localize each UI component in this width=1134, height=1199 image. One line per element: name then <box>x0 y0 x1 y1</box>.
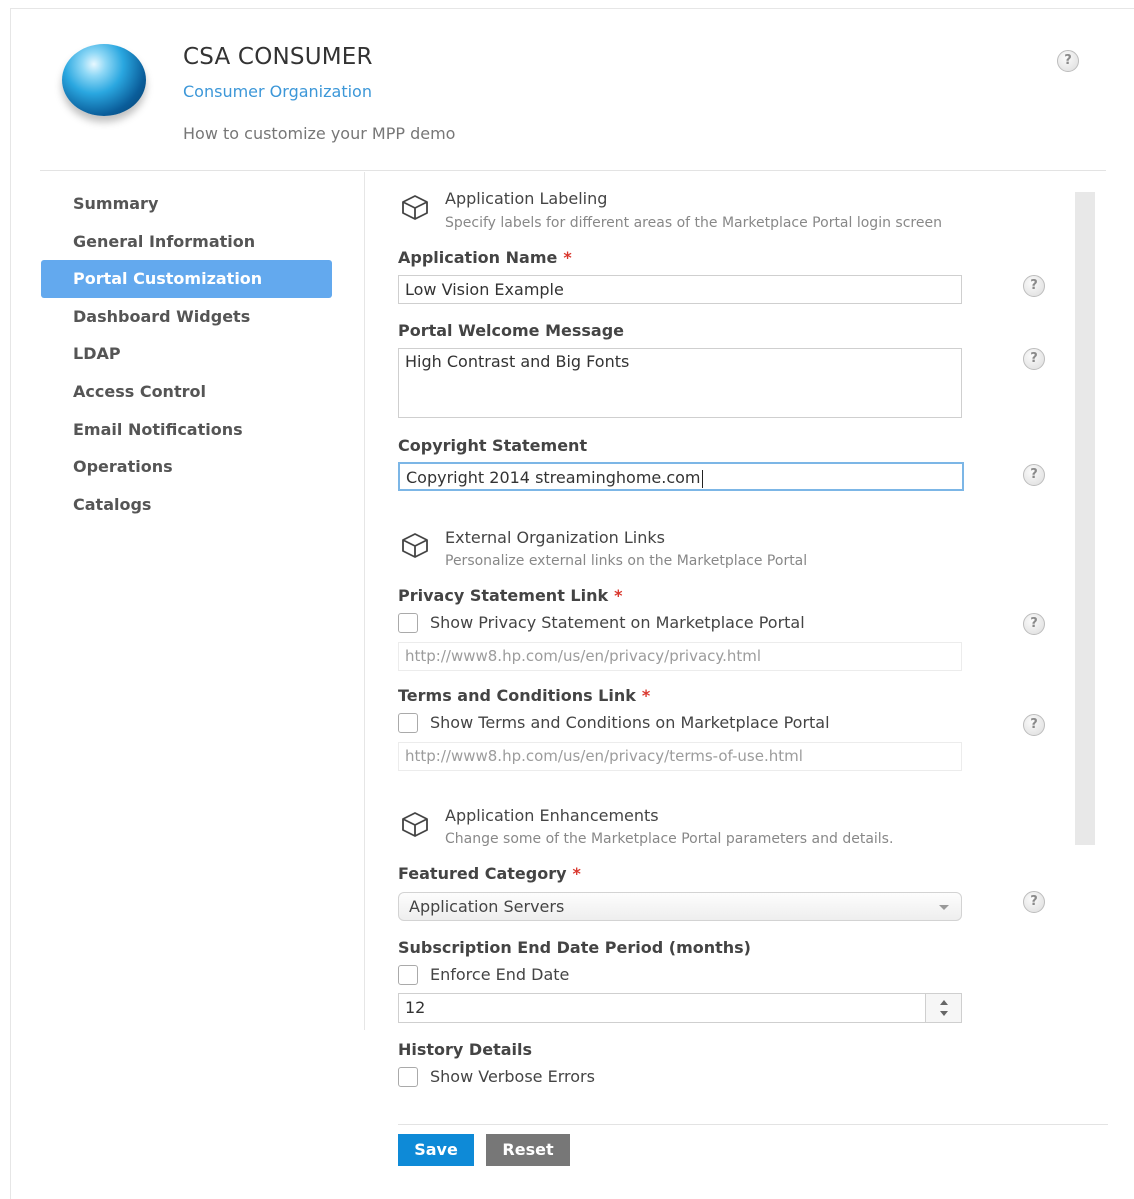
terms-checkbox[interactable] <box>398 712 418 733</box>
featured-label: Featured Category * <box>398 864 581 883</box>
help-icon[interactable]: ? <box>1023 464 1045 486</box>
sidebar-item-ldap[interactable]: LDAP <box>41 335 332 373</box>
help-icon[interactable]: ? <box>1023 348 1045 370</box>
verbose-errors-row[interactable]: Show Verbose Errors <box>398 1066 595 1087</box>
required-marker: * <box>614 586 623 605</box>
increment-icon[interactable] <box>940 1000 948 1005</box>
text-caret <box>701 469 703 488</box>
enforce-end-date-label: Enforce End Date <box>430 965 570 984</box>
section-subtitle-enhancements: Change some of the Marketplace Portal pa… <box>445 831 894 847</box>
scrollbar[interactable] <box>1075 192 1095 845</box>
subscription-label: Subscription End Date Period (months) <box>398 938 751 957</box>
org-description: How to customize your MPP demo <box>183 124 456 143</box>
months-stepper[interactable]: 12 <box>398 993 962 1023</box>
welcome-textarea[interactable]: High Contrast and Big Fonts <box>398 348 962 418</box>
help-icon[interactable]: ? <box>1023 613 1045 635</box>
privacy-checkbox-row[interactable]: Show Privacy Statement on Marketplace Po… <box>398 612 805 633</box>
terms-label: Terms and Conditions Link * <box>398 686 651 705</box>
verbose-errors-label: Show Verbose Errors <box>430 1067 595 1086</box>
sidebar-nav: Summary General Information Portal Custo… <box>41 185 332 523</box>
decrement-icon[interactable] <box>940 1011 948 1016</box>
welcome-label: Portal Welcome Message <box>398 321 625 340</box>
org-logo-icon <box>62 44 146 116</box>
help-icon[interactable]: ? <box>1023 275 1045 297</box>
sidebar-item-dashboard-widgets[interactable]: Dashboard Widgets <box>41 298 332 336</box>
sidebar-item-catalogs[interactable]: Catalogs <box>41 486 332 524</box>
sidebar-item-summary[interactable]: Summary <box>41 185 332 223</box>
sidebar-item-operations[interactable]: Operations <box>41 448 332 486</box>
footer-divider <box>398 1124 1108 1125</box>
cube-icon <box>402 195 428 220</box>
history-label: History Details <box>398 1040 532 1059</box>
help-icon[interactable]: ? <box>1057 50 1079 72</box>
stepper-buttons[interactable] <box>925 993 962 1023</box>
help-icon[interactable]: ? <box>1023 891 1045 913</box>
sidebar-item-access-control[interactable]: Access Control <box>41 373 332 411</box>
terms-checkbox-row[interactable]: Show Terms and Conditions on Marketplace… <box>398 712 830 733</box>
sidebar-item-email-notifications[interactable]: Email Notifications <box>41 411 332 449</box>
section-title-links: External Organization Links <box>445 528 665 547</box>
terms-url-input: http://www8.hp.com/us/en/privacy/terms-o… <box>398 742 962 771</box>
org-link[interactable]: Consumer Organization <box>183 82 372 101</box>
copyright-value: Copyright 2014 streaminghome.com <box>406 468 701 487</box>
copyright-input[interactable]: Copyright 2014 streaminghome.com <box>398 462 964 491</box>
privacy-label: Privacy Statement Link * <box>398 586 623 605</box>
header-divider <box>40 170 1106 171</box>
sidebar-item-general-information[interactable]: General Information <box>41 223 332 261</box>
save-button[interactable]: Save <box>398 1134 474 1166</box>
app-name-input[interactable]: Low Vision Example <box>398 275 962 304</box>
privacy-checkbox[interactable] <box>398 612 418 633</box>
copyright-label: Copyright Statement <box>398 436 588 455</box>
org-title: CSA CONSUMER <box>183 44 373 70</box>
sidebar-item-portal-customization[interactable]: Portal Customization <box>41 260 332 298</box>
sidebar-divider <box>364 172 365 1030</box>
section-subtitle-links: Personalize external links on the Market… <box>445 553 808 569</box>
featured-category-select[interactable]: Application Servers <box>398 892 962 921</box>
featured-category-value: Application Servers <box>409 897 565 916</box>
required-marker: * <box>641 686 651 705</box>
section-title-labeling: Application Labeling <box>445 189 608 208</box>
privacy-url-input: http://www8.hp.com/us/en/privacy/privacy… <box>398 642 962 671</box>
verbose-errors-checkbox[interactable] <box>398 1066 418 1087</box>
app-name-label: Application Name * <box>398 248 572 267</box>
cube-icon <box>402 533 428 558</box>
privacy-checkbox-label: Show Privacy Statement on Marketplace Po… <box>430 613 805 632</box>
required-marker: * <box>572 864 581 883</box>
enforce-end-date-row[interactable]: Enforce End Date <box>398 964 569 985</box>
help-icon[interactable]: ? <box>1023 714 1045 736</box>
cube-icon <box>402 812 428 837</box>
terms-checkbox-label: Show Terms and Conditions on Marketplace… <box>430 713 830 732</box>
required-marker: * <box>563 248 572 267</box>
reset-button[interactable]: Reset <box>486 1134 570 1166</box>
section-title-enhancements: Application Enhancements <box>445 806 659 825</box>
enforce-end-date-checkbox[interactable] <box>398 964 418 985</box>
section-subtitle-labeling: Specify labels for different areas of th… <box>445 215 942 231</box>
chevron-down-icon <box>939 905 949 910</box>
months-input[interactable]: 12 <box>398 993 926 1023</box>
